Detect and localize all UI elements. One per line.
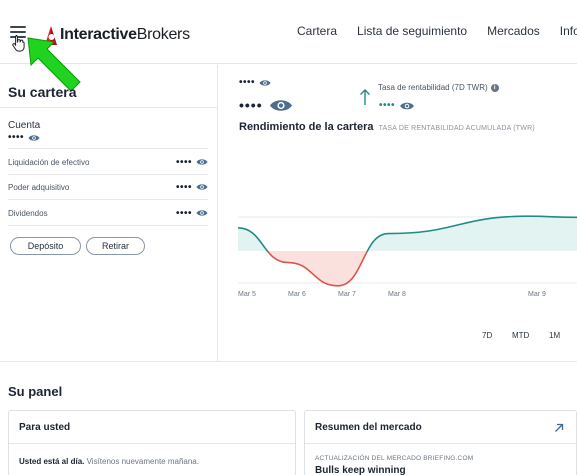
masked-value: •••• (175, 207, 192, 219)
eye-icon[interactable] (28, 134, 40, 142)
market-update-kicker: ACTUALIZACIÓN DEL MERCADO BRIEFING.COM (315, 455, 474, 462)
arrow-up-icon (360, 89, 370, 105)
deposit-button[interactable]: Depósito (10, 237, 81, 255)
metric-label: Poder adquisitivo (8, 182, 70, 192)
metric-row-dividendos: Dividendos •••• (8, 201, 208, 226)
masked-value: •••• (8, 132, 25, 143)
hand-pointer-cursor-icon (12, 35, 25, 52)
card-header: Para usted (9, 411, 295, 444)
card-title: Para usted (19, 422, 71, 433)
eye-icon[interactable] (399, 101, 415, 111)
top-navigation-bar: InteractiveBrokers Cartera Lista de segu… (0, 0, 577, 64)
section-divider (0, 361, 577, 362)
chart-x-tick-label: Mar 7 (338, 291, 356, 298)
market-summary-card: Resumen del mercado ACTUALIZACIÓN DEL ME… (304, 410, 577, 475)
divider (0, 107, 218, 108)
range-mtd[interactable]: MTD (512, 331, 529, 340)
eye-icon[interactable] (196, 209, 208, 217)
portfolio-title: Su cartera (8, 84, 77, 100)
account-value: •••• (8, 132, 40, 143)
nav-item-informes[interactable]: Inform (560, 24, 577, 38)
interactive-brokers-logo[interactable]: InteractiveBrokers (44, 24, 190, 46)
performance-title-text: Rendimiento de la cartera (239, 121, 374, 133)
chart-x-tick-label: Mar 9 (528, 291, 546, 298)
metric-row-poder-adquisitivo: Poder adquisitivo •••• (8, 175, 208, 200)
chart-x-tick-label: Mar 5 (238, 291, 256, 298)
twr-label-text: Tasa de rentabilidad (7D TWR) (378, 83, 488, 92)
chart-x-tick-label: Mar 8 (388, 291, 406, 298)
info-icon[interactable]: i (490, 83, 499, 92)
masked-value: •••• (175, 181, 192, 193)
card-message-bold: Usted está al día. (19, 457, 85, 466)
twr-label: Tasa de rentabilidad (7D TWR) i (378, 83, 499, 92)
divider (8, 148, 208, 149)
eye-icon[interactable] (196, 158, 208, 166)
eye-icon[interactable] (196, 183, 208, 191)
logo-text: InteractiveBrokers (60, 26, 190, 43)
chart-x-tick-label: Mar 6 (288, 291, 306, 298)
card-title: Resumen del mercado (315, 422, 422, 433)
for-you-card: Para usted Usted está al día. Visítenos … (8, 410, 296, 475)
masked-value: •••• (379, 100, 396, 111)
main-nav: Cartera Lista de seguimiento Mercados In… (297, 24, 577, 38)
eye-icon[interactable] (259, 79, 271, 87)
withdraw-button[interactable]: Retirar (86, 237, 145, 255)
performance-title: Rendimiento de la cartera TASA DE RENTAB… (239, 121, 535, 133)
arrow-up-right-icon[interactable] (554, 423, 564, 433)
ib-flame-logo-icon (45, 26, 57, 45)
metric-label: Dividendos (8, 208, 48, 218)
masked-value: •••• (175, 156, 192, 168)
metric-label: Liquidación de efectivo (8, 157, 90, 167)
net-liquidation-masked: •••• (239, 97, 293, 113)
dashboard-title: Su panel (8, 384, 63, 399)
masked-value: •••• (239, 77, 256, 88)
metric-row-liquidacion: Liquidación de efectivo •••• (8, 150, 208, 175)
eye-icon[interactable] (269, 98, 293, 113)
card-message: Usted está al día. Visítenos nuevamente … (19, 457, 199, 466)
portfolio-summary: Su cartera Cuenta •••• Liquidación de ef… (0, 65, 218, 361)
card-message-text: Visítenos nuevamente mañana. (86, 457, 199, 466)
portfolio-performance: •••• •••• Tasa de rentabilidad (7D TWR) … (219, 65, 577, 361)
card-header: Resumen del mercado (305, 411, 576, 444)
performance-subtitle: TASA DE RENTABILIDAD ACUMULADA (TWR) (378, 125, 535, 132)
account-label: Cuenta (8, 120, 41, 131)
nav-item-lista-de-seguimiento[interactable]: Lista de seguimiento (357, 24, 467, 38)
performance-chart[interactable]: Mar 5 Mar 6 Mar 7 Mar 8 Mar 9 (238, 165, 577, 315)
masked-value: •••• (239, 97, 263, 113)
small-masked-value: •••• (239, 77, 271, 88)
range-7d[interactable]: 7D (482, 331, 492, 340)
range-1m[interactable]: 1M (549, 331, 560, 340)
market-headline[interactable]: Bulls keep winning (315, 465, 406, 475)
nav-item-mercados[interactable]: Mercados (487, 24, 540, 38)
twr-value: •••• (379, 100, 415, 111)
nav-item-cartera[interactable]: Cartera (297, 24, 337, 38)
